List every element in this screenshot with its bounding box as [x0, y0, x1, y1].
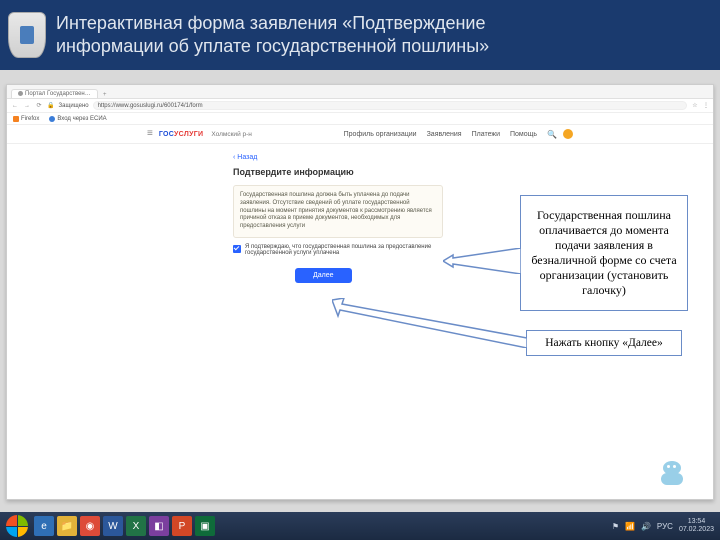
browser-tabbar: Портал Государствен… + — [7, 85, 713, 99]
tab-favicon-icon — [18, 91, 23, 96]
clock-time: 13:54 — [679, 518, 714, 526]
esia-icon — [49, 116, 55, 122]
taskbar-app-icon[interactable]: ◧ — [149, 516, 169, 536]
slide-header: Интерактивная форма заявления «Подтвержд… — [0, 0, 720, 70]
confirm-checkbox-row[interactable]: Я подтверждаю, что государственная пошли… — [233, 244, 443, 256]
nav-profile[interactable]: Профиль организации — [344, 131, 417, 138]
next-button[interactable]: Далее — [295, 268, 352, 283]
taskbar-ie-icon[interactable]: e — [34, 516, 54, 536]
browser-menu-icon[interactable]: ⋮ — [703, 102, 709, 109]
region-crest-icon — [8, 12, 46, 58]
taskbar-powerpoint-icon[interactable]: P — [172, 516, 192, 536]
browser-address-bar: ← → ⟳ 🔒 Защищено https://www.gosuslugi.r… — [7, 99, 713, 113]
url-field[interactable]: https://www.gosuslugi.ru/600174/1/form — [93, 101, 687, 110]
confirm-checkbox-label: Я подтверждаю, что государственная пошли… — [245, 244, 443, 256]
assistant-bot-icon[interactable] — [659, 459, 685, 485]
logo-part: ГОС — [159, 131, 174, 138]
bookmarks-bar: Firefox Вход через ЕСИА — [7, 113, 713, 125]
windows-taskbar: e 📁 ◉ W X ◧ P ▣ ⚑ 📶 🔊 РУС 13:54 07.02.20… — [0, 512, 720, 540]
bookmark-firefox[interactable]: Firefox — [13, 116, 39, 122]
back-link[interactable]: ‹ Назад — [233, 154, 257, 161]
slide-title-line1: Интерактивная форма заявления «Подтвержд… — [56, 13, 485, 33]
start-button[interactable] — [6, 515, 28, 537]
callout-text: Государственная пошлина оплачивается до … — [527, 208, 681, 298]
tray-network-icon[interactable]: 📶 — [625, 522, 635, 531]
nav-applications[interactable]: Заявления — [427, 131, 462, 138]
nav-back-icon[interactable]: ← — [11, 103, 19, 109]
secure-label: Защищено — [58, 103, 88, 109]
taskbar-excel-icon[interactable]: X — [126, 516, 146, 536]
callout-text: Нажать кнопку «Далее» — [545, 336, 663, 350]
lock-icon: 🔒 — [47, 102, 54, 109]
new-tab-button[interactable]: + — [100, 92, 110, 98]
slide-title-line2: информации об уплате государственной пош… — [56, 36, 489, 56]
nav-payments[interactable]: Платежи — [472, 131, 500, 138]
fee-notice-box: Государственная пошлина должна быть упла… — [233, 185, 443, 238]
callout-next-hint: Нажать кнопку «Далее» — [526, 330, 682, 356]
form-content: ‹ Назад Подтвердите информацию Государст… — [233, 154, 443, 283]
taskbar-clock[interactable]: 13:54 07.02.2023 — [679, 518, 714, 533]
logo-part: УСЛУГИ — [174, 131, 203, 138]
nav-reload-icon[interactable]: ⟳ — [35, 102, 43, 109]
gosuslugi-logo[interactable]: ГОСУСЛУГИ — [159, 131, 204, 138]
system-tray: ⚑ 📶 🔊 РУС 13:54 07.02.2023 — [612, 518, 714, 533]
taskbar-app-icon[interactable]: ▣ — [195, 516, 215, 536]
tab-title: Портал Государствен… — [25, 91, 91, 97]
tray-lang[interactable]: РУС — [657, 522, 673, 531]
tray-flag-icon[interactable]: ⚑ — [612, 522, 619, 531]
browser-tab[interactable]: Портал Государствен… — [11, 89, 98, 98]
bookmark-label: Firefox — [21, 116, 39, 122]
page-heading: Подтвердите информацию — [233, 167, 443, 177]
taskbar-explorer-icon[interactable]: 📁 — [57, 516, 77, 536]
firefox-icon — [13, 116, 19, 122]
taskbar-word-icon[interactable]: W — [103, 516, 123, 536]
nav-forward-icon[interactable]: → — [23, 103, 31, 109]
menu-icon[interactable]: ≡ — [147, 129, 153, 139]
star-icon[interactable]: ☆ — [691, 102, 699, 109]
region-selector[interactable]: Холмский р-н — [211, 131, 252, 138]
portal-topnav: ≡ ГОСУСЛУГИ Холмский р-н Профиль организ… — [7, 125, 713, 144]
nav-help[interactable]: Помощь — [510, 131, 537, 138]
search-icon[interactable]: 🔍 — [547, 130, 557, 139]
bookmark-label: Вход через ЕСИА — [57, 116, 106, 122]
callout-checkbox-hint: Государственная пошлина оплачивается до … — [520, 195, 688, 311]
tray-volume-icon[interactable]: 🔊 — [641, 522, 651, 531]
webpage: ≡ ГОСУСЛУГИ Холмский р-н Профиль организ… — [7, 125, 713, 499]
slide-title: Интерактивная форма заявления «Подтвержд… — [56, 12, 489, 59]
confirm-checkbox[interactable] — [233, 245, 241, 253]
taskbar-chrome-icon[interactable]: ◉ — [80, 516, 100, 536]
clock-date: 07.02.2023 — [679, 526, 714, 534]
bookmark-esia[interactable]: Вход через ЕСИА — [49, 116, 106, 122]
user-avatar[interactable] — [563, 129, 573, 139]
